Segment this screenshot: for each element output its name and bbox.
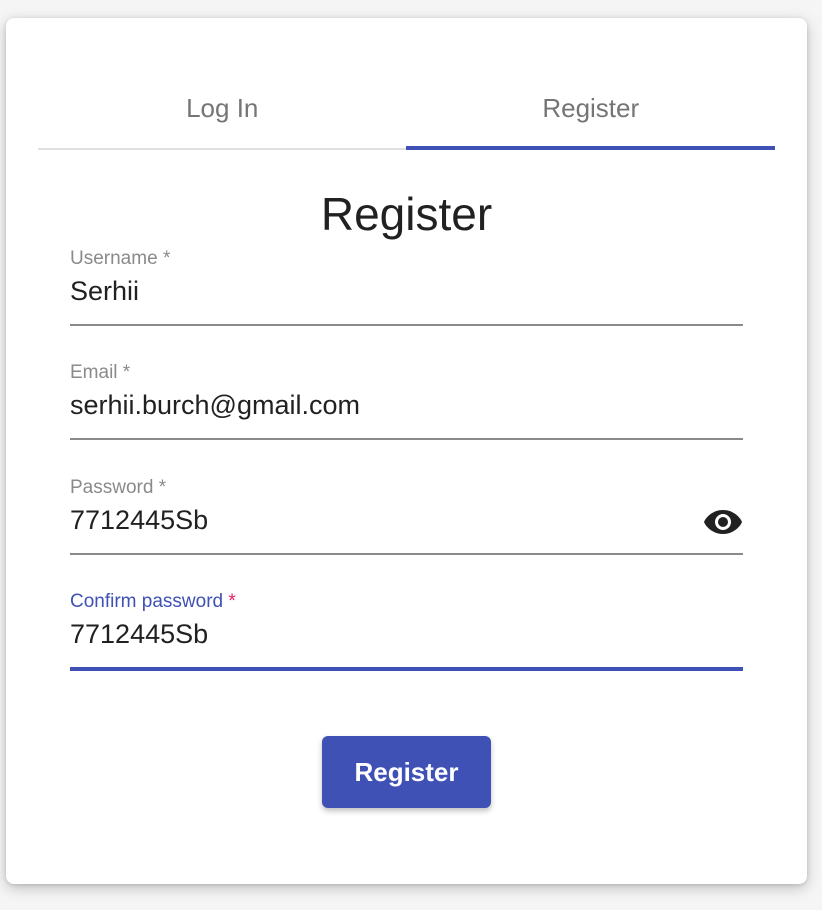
username-field: Username * — [70, 248, 743, 326]
active-tab-indicator — [406, 146, 775, 150]
tab-log-in[interactable]: Log In — [38, 68, 407, 148]
username-input[interactable] — [70, 276, 690, 307]
required-mark: * — [228, 591, 236, 612]
confirm-password-underline — [70, 667, 743, 671]
auth-tabs: Log In Register — [38, 68, 775, 150]
tab-register-label: Register — [542, 92, 640, 123]
tab-register[interactable]: Register — [407, 68, 776, 148]
confirm-password-label: Confirm password * — [70, 591, 236, 612]
confirm-password-field: Confirm password * — [70, 591, 743, 671]
email-label: Email * — [70, 362, 131, 383]
password-label: Password * — [70, 477, 167, 498]
username-label: Username * — [70, 248, 171, 269]
required-mark: * — [122, 362, 131, 383]
eye-icon[interactable] — [703, 507, 743, 537]
password-underline — [70, 553, 743, 555]
auth-card: Log In Register Register Username * Emai… — [6, 18, 807, 884]
password-input[interactable] — [70, 505, 690, 536]
email-input[interactable] — [70, 390, 690, 421]
email-underline — [70, 438, 743, 440]
email-field: Email * — [70, 362, 743, 440]
username-underline — [70, 324, 743, 326]
required-mark: * — [158, 477, 167, 498]
tab-log-in-label: Log In — [186, 92, 259, 123]
form-title: Register — [320, 188, 493, 240]
required-mark: * — [162, 248, 171, 269]
register-button[interactable]: Register — [322, 736, 491, 808]
confirm-password-input[interactable] — [70, 619, 690, 650]
password-field: Password * — [70, 477, 743, 555]
